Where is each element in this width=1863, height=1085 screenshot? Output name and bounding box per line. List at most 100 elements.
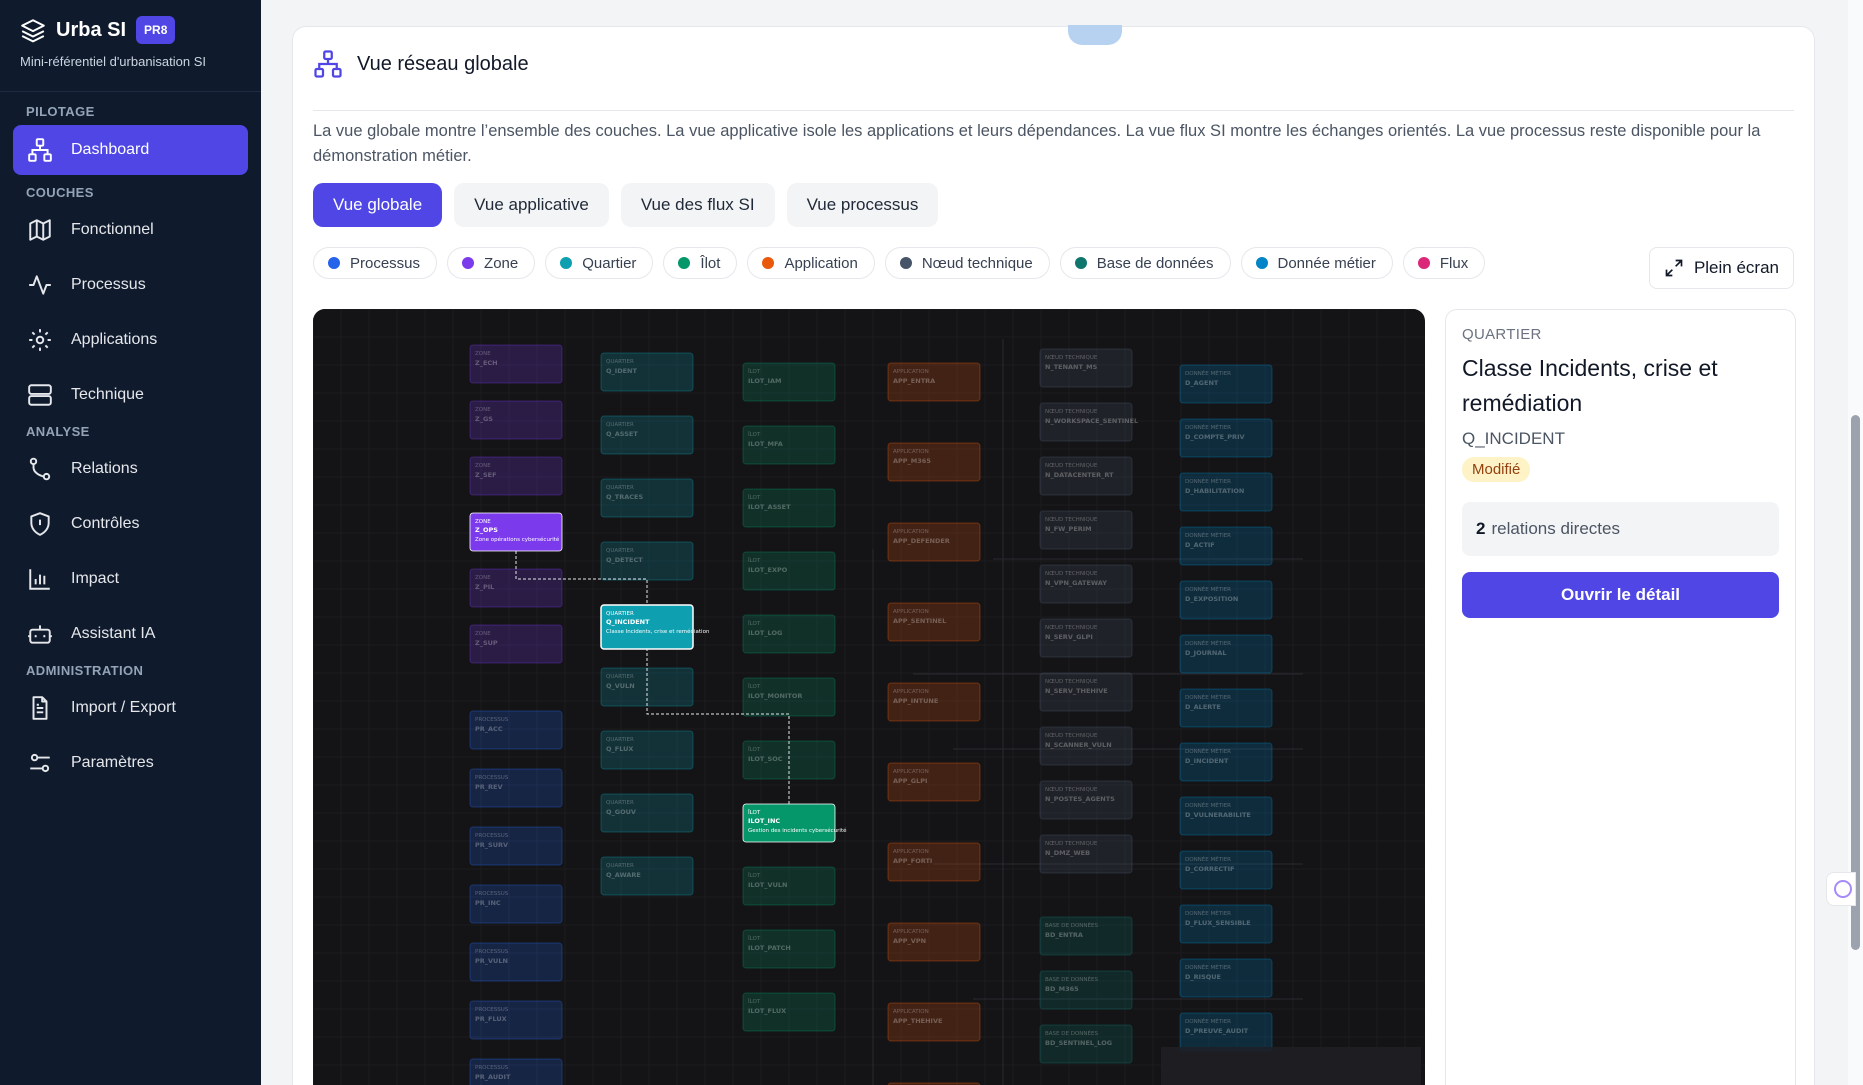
graph-node-label: BD_M365 [1045, 985, 1079, 993]
legend-label: Nœud technique [921, 254, 1033, 272]
assistant-float-button[interactable] [1826, 872, 1856, 906]
graph-node-label: Z_ECH [475, 359, 498, 367]
sidebar-item-parametres[interactable]: Paramètres [13, 734, 248, 792]
network-graph-canvas[interactable]: ZONEZ_ECHZONEZ_GSZONEZ_SEFZONEZ_PILZONEZ… [313, 309, 1425, 1085]
graph-node-label: ILOT_SOC [748, 755, 783, 763]
sidebar-item-label: Fonctionnel [71, 221, 154, 238]
sidebar-item-controles[interactable]: Contrôles [13, 495, 248, 553]
legend-base-de-donnees[interactable]: Base de données [1059, 247, 1231, 279]
page-scrollbar[interactable] [1848, 0, 1863, 1085]
sidebar-item-label: Processus [71, 276, 146, 293]
legend-zone[interactable]: Zone [447, 247, 536, 279]
highlight-edge [646, 643, 790, 804]
graph-node-label: N_DATACENTER_RT [1045, 471, 1114, 479]
sitemap-icon [314, 50, 342, 78]
page-title: Vue réseau globale [357, 53, 529, 75]
legend-flux[interactable]: Flux [1402, 247, 1486, 279]
bot-icon [28, 625, 52, 644]
legend-donnee-metier[interactable]: Donnée métier [1240, 247, 1393, 279]
expand-icon [1665, 259, 1683, 277]
server-icon [28, 384, 52, 406]
legend-dot [462, 257, 475, 269]
graph-node-kind: ÎLOT [748, 557, 761, 564]
graph-node-kind: ÎLOT [748, 935, 761, 942]
legend-application[interactable]: Application [747, 247, 875, 279]
sidebar-item-relations[interactable]: Relations [13, 443, 248, 495]
graph-node-kind: PROCESSUS [475, 949, 509, 955]
shield-icon [30, 512, 50, 536]
graph-node-label: N_POSTES_AGENTS [1045, 795, 1115, 803]
legend-dot [899, 257, 912, 269]
tab-vue-processus[interactable]: Vue processus [786, 183, 939, 227]
graph-node-kind: ÎLOT [748, 872, 761, 879]
sidebar-item-import-export[interactable]: Import / Export [13, 682, 248, 734]
sidebar-item-label: Paramètres [71, 754, 154, 771]
sliders-icon [30, 753, 50, 773]
tab-vue-globale[interactable]: Vue globale [313, 183, 443, 227]
graph-node-label: ILOT_ASSET [748, 503, 791, 511]
graph-node-label: PR_SURV [475, 841, 508, 849]
graph-node-label: D_INCIDENT [1185, 757, 1229, 765]
graph-node-kind: NŒUD TECHNIQUE [1045, 841, 1098, 847]
graph-node-kind: NŒUD TECHNIQUE [1045, 517, 1098, 523]
legend: Processus Zone Quartier Îlot Application… [313, 247, 1486, 279]
graph-node-kind: APPLICATION [893, 449, 929, 455]
graph-node-label: N_FW_PERIM [1045, 525, 1092, 533]
sidebar-item-processus[interactable]: Processus [13, 256, 248, 314]
graph-node-label: Z_OPS [475, 526, 498, 534]
legend-dot [1417, 257, 1430, 269]
fullscreen-label: Plein écran [1693, 258, 1779, 277]
sidebar-item-assistant-ia[interactable]: Assistant IA [13, 605, 248, 663]
graph-node-kind: QUARTIER [606, 737, 634, 743]
sidebar-item-impact[interactable]: Impact [13, 553, 248, 605]
legend-noeud-technique[interactable]: Nœud technique [884, 247, 1050, 279]
sidebar-item-label: Contrôles [71, 515, 140, 532]
network-graph[interactable]: ZONE Z_ECH ZONE Z_GS ZONE Z_SEF ZONE Z_PIL ZONE Z… [313, 309, 1425, 1085]
graph-node-label: Q_IDENT [606, 367, 637, 375]
graph-node-label: Z_PIL [475, 583, 494, 591]
graph-node-label: ILOT_EXPO [748, 566, 788, 574]
legend-label: Quartier [582, 254, 637, 272]
tab-vue-applicative[interactable]: Vue applicative [454, 183, 609, 227]
section-label-pilotage: PILOTAGE [26, 104, 95, 119]
graph-node-label: Q_ASSET [606, 430, 638, 438]
legend-label: Base de données [1096, 254, 1214, 272]
activity-icon [29, 275, 51, 295]
graph-node-kind: DONNÉE MÉTIER [1185, 639, 1231, 647]
layers-icon [21, 19, 45, 43]
graph-node-kind: DONNÉE MÉTIER [1185, 477, 1231, 485]
tab-vue-flux-si[interactable]: Vue des flux SI [620, 183, 775, 227]
graph-node-label: APP_GLPI [893, 777, 927, 785]
sidebar-item-label: Assistant IA [71, 625, 156, 642]
relations-summary: 2 relations directes [1462, 502, 1779, 556]
graph-node-kind: DONNÉE MÉTIER [1185, 423, 1231, 431]
scrollbar-thumb[interactable] [1851, 415, 1860, 950]
legend-ilot[interactable]: Îlot [663, 247, 738, 279]
legend-processus[interactable]: Processus [313, 247, 438, 279]
detail-type: QUARTIER [1462, 326, 1542, 343]
bar-chart-icon [29, 569, 50, 590]
sidebar-item-applications[interactable]: Applications [13, 314, 248, 366]
legend-quartier[interactable]: Quartier [545, 247, 654, 279]
sidebar-item-technique[interactable]: Technique [13, 366, 248, 424]
graph-node-label: APP_DEFENDER [893, 537, 950, 545]
legend-label: Application [784, 254, 858, 272]
open-detail-button[interactable]: Ouvrir le détail [1462, 572, 1779, 618]
graph-node-kind: QUARTIER [606, 800, 634, 806]
scroll-top-handle[interactable] [1068, 25, 1122, 45]
graph-node-label: ILOT_IAM [748, 377, 781, 385]
legend-dot [1074, 257, 1087, 269]
sidebar-item-dashboard[interactable]: Dashboard [13, 125, 248, 175]
detail-panel: QUARTIER Classe Incidents, crise et remé… [1445, 309, 1796, 1085]
legend-dot [560, 257, 573, 269]
status-badge: Modifié [1462, 457, 1531, 482]
sidebar-item-fonctionnel[interactable]: Fonctionnel [13, 204, 248, 256]
graph-node-label: Q_DETECT [606, 556, 643, 564]
graph-node-label: PR_ACC [475, 725, 503, 733]
graph-node-label: N_TENANT_MS [1045, 363, 1098, 371]
graph-node-kind: QUARTIER [606, 359, 634, 365]
graph-node-kind: PROCESSUS [475, 717, 509, 723]
graph-node-pr_audit [469, 1058, 563, 1085]
graph-node-kind: NŒUD TECHNIQUE [1045, 679, 1098, 685]
fullscreen-button[interactable]: Plein écran [1648, 247, 1794, 289]
